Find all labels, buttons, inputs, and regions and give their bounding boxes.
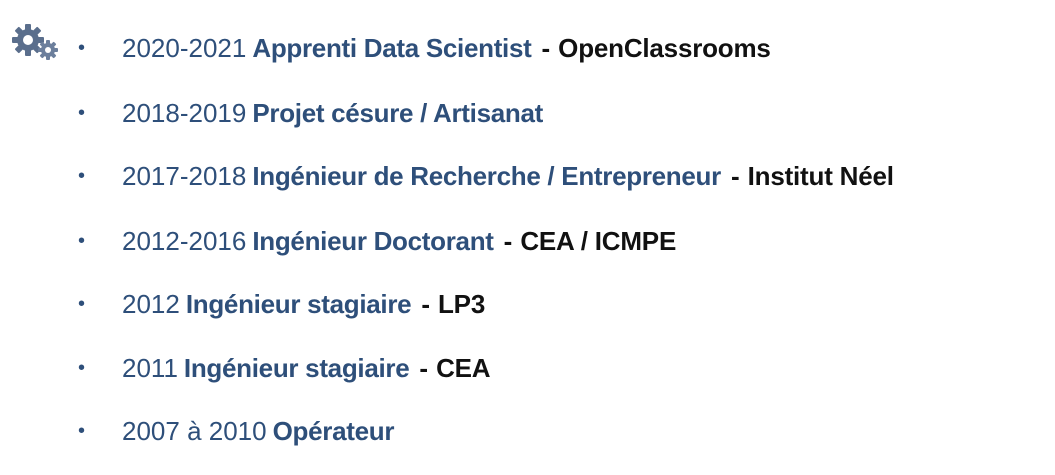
- timeline-date: 2018-2019: [122, 98, 247, 128]
- bullet: •: [78, 165, 86, 187]
- bullet: •: [78, 37, 86, 59]
- bullet: •: [78, 357, 86, 379]
- timeline-item: • 2012-2016 Ingénieur Doctorant - CEA / …: [78, 217, 676, 265]
- timeline-separator: -: [541, 33, 551, 63]
- timeline-organization: CEA: [436, 353, 491, 383]
- bullet: •: [78, 230, 86, 252]
- timeline-separator: -: [421, 289, 430, 319]
- timeline-item: • 2012 Ingénieur stagiaire - LP3: [78, 280, 485, 328]
- timeline-date: 2011: [122, 353, 178, 383]
- timeline-date: 2017-2018: [122, 161, 247, 191]
- timeline-separator: -: [730, 161, 740, 191]
- timeline-date: 2020-2021: [122, 33, 247, 63]
- timeline-role: Apprenti Data Scientist: [252, 33, 532, 63]
- timeline-role: Ingénieur stagiaire: [185, 289, 412, 319]
- timeline-organization: CEA / ICMPE: [520, 226, 677, 256]
- timeline-item: • 2007 à 2010 Opérateur: [78, 407, 394, 455]
- bullet: •: [78, 102, 86, 124]
- timeline-organization: Institut Néel: [747, 161, 894, 191]
- bullet: •: [78, 420, 86, 442]
- timeline-role: Projet césure / Artisanat: [252, 98, 543, 128]
- bullet: •: [78, 293, 86, 315]
- timeline-organization: LP3: [438, 289, 486, 319]
- timeline-item: • 2020-2021 Apprenti Data Scientist - Op…: [78, 24, 771, 72]
- timeline-date: 2012: [122, 289, 180, 319]
- timeline-item: • 2017-2018 Ingénieur de Recherche / Ent…: [78, 152, 894, 200]
- timeline-role: Ingénieur Doctorant: [252, 226, 494, 256]
- timeline-date: 2007 à 2010: [122, 416, 267, 446]
- timeline-separator: -: [503, 226, 513, 256]
- gears-icon: [12, 24, 58, 60]
- timeline-role: Ingénieur de Recherche / Entrepreneur: [252, 161, 721, 191]
- timeline-item: • 2011 Ingénieur stagiaire - CEA: [78, 344, 491, 392]
- timeline-separator: -: [419, 353, 429, 383]
- timeline-item: • 2018-2019 Projet césure / Artisanat: [78, 89, 543, 137]
- timeline-date: 2012-2016: [122, 226, 247, 256]
- timeline-role: Ingénieur stagiaire: [183, 353, 410, 383]
- timeline-organization: OpenClassrooms: [558, 33, 771, 63]
- timeline-role: Opérateur: [272, 416, 395, 446]
